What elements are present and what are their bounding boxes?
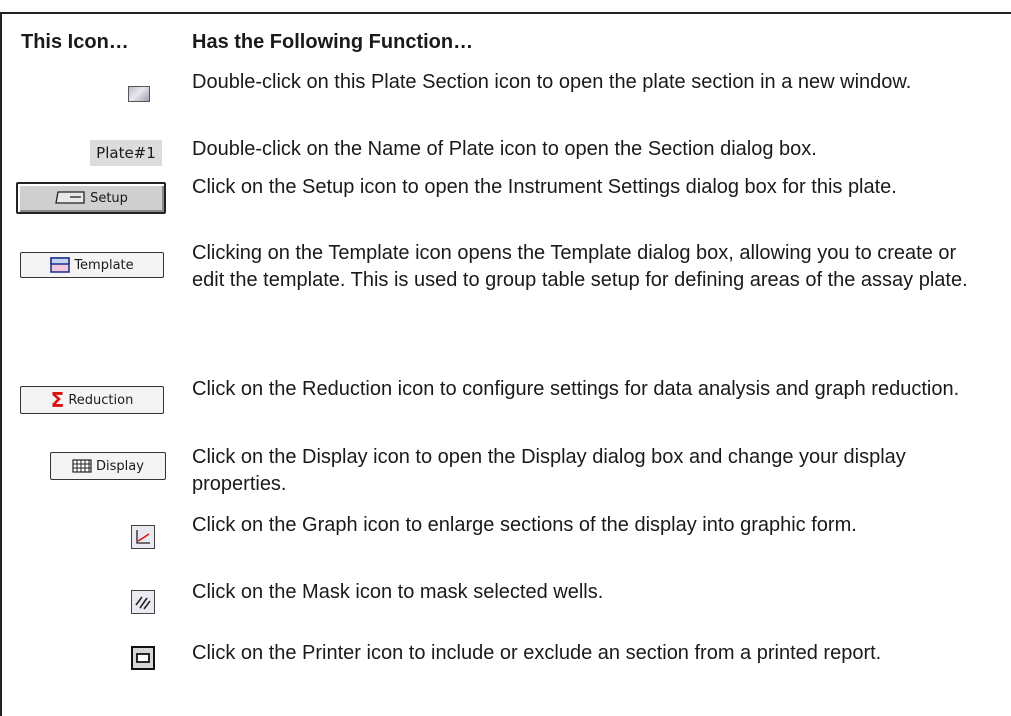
display-button-face: Display xyxy=(50,452,166,480)
row-description: Click on the Printer icon to include or … xyxy=(192,642,882,664)
grid-icon xyxy=(72,459,92,473)
plate-name-label: Plate#1 xyxy=(90,140,162,166)
row-description: Click on the Display icon to open the Di… xyxy=(192,446,906,495)
printer-icon[interactable] xyxy=(128,643,158,673)
row-description: Double-click on the Name of Plate icon t… xyxy=(192,138,817,160)
setup-button-label: Setup xyxy=(90,190,128,206)
table-left-rule xyxy=(0,12,2,716)
reduction-button-label: Reduction xyxy=(68,392,134,408)
setup-icon[interactable]: Setup xyxy=(14,180,168,216)
sigma-icon: Σ xyxy=(50,388,65,412)
display-icon[interactable]: Display xyxy=(48,451,168,481)
row-description: Double-click on this Plate Section icon … xyxy=(192,71,912,93)
icon-function-table: This Icon… Has the Following Function… D… xyxy=(0,0,1011,716)
row-description: Click on the Mask icon to mask selected … xyxy=(192,581,604,603)
template-button-label: Template xyxy=(74,257,134,273)
template-button-face: Template xyxy=(20,252,164,278)
graph-icon[interactable] xyxy=(128,522,158,552)
header-icon-column: This Icon… xyxy=(21,31,129,53)
drive-icon xyxy=(55,191,85,204)
table-top-rule xyxy=(0,12,1011,14)
printer-glyph-icon xyxy=(136,653,150,663)
plate-section-icon[interactable] xyxy=(124,82,154,106)
line-graph-icon xyxy=(136,530,150,544)
hatch-icon xyxy=(135,596,151,610)
mask-icon-face xyxy=(131,590,155,614)
plate-name-icon[interactable]: Plate#1 xyxy=(86,139,166,167)
reduction-button-face: Σ Reduction xyxy=(20,386,164,414)
setup-button-face: Setup xyxy=(16,182,166,214)
template-glyph-icon xyxy=(50,257,71,273)
row-description: Click on the Reduction icon to configure… xyxy=(192,378,960,400)
mask-icon[interactable] xyxy=(128,587,158,617)
reduction-icon[interactable]: Σ Reduction xyxy=(18,385,166,415)
plate-section-thumbnail xyxy=(128,86,150,102)
row-description: Click on the Graph icon to enlarge secti… xyxy=(192,514,857,536)
template-icon[interactable]: Template xyxy=(18,250,166,280)
header-function-column: Has the Following Function… xyxy=(192,31,474,53)
graph-icon-face xyxy=(131,525,155,549)
display-button-label: Display xyxy=(96,458,144,474)
row-description: Click on the Setup icon to open the Inst… xyxy=(192,176,897,198)
printer-icon-face xyxy=(131,646,155,670)
row-description: Clicking on the Template icon opens the … xyxy=(192,242,968,291)
